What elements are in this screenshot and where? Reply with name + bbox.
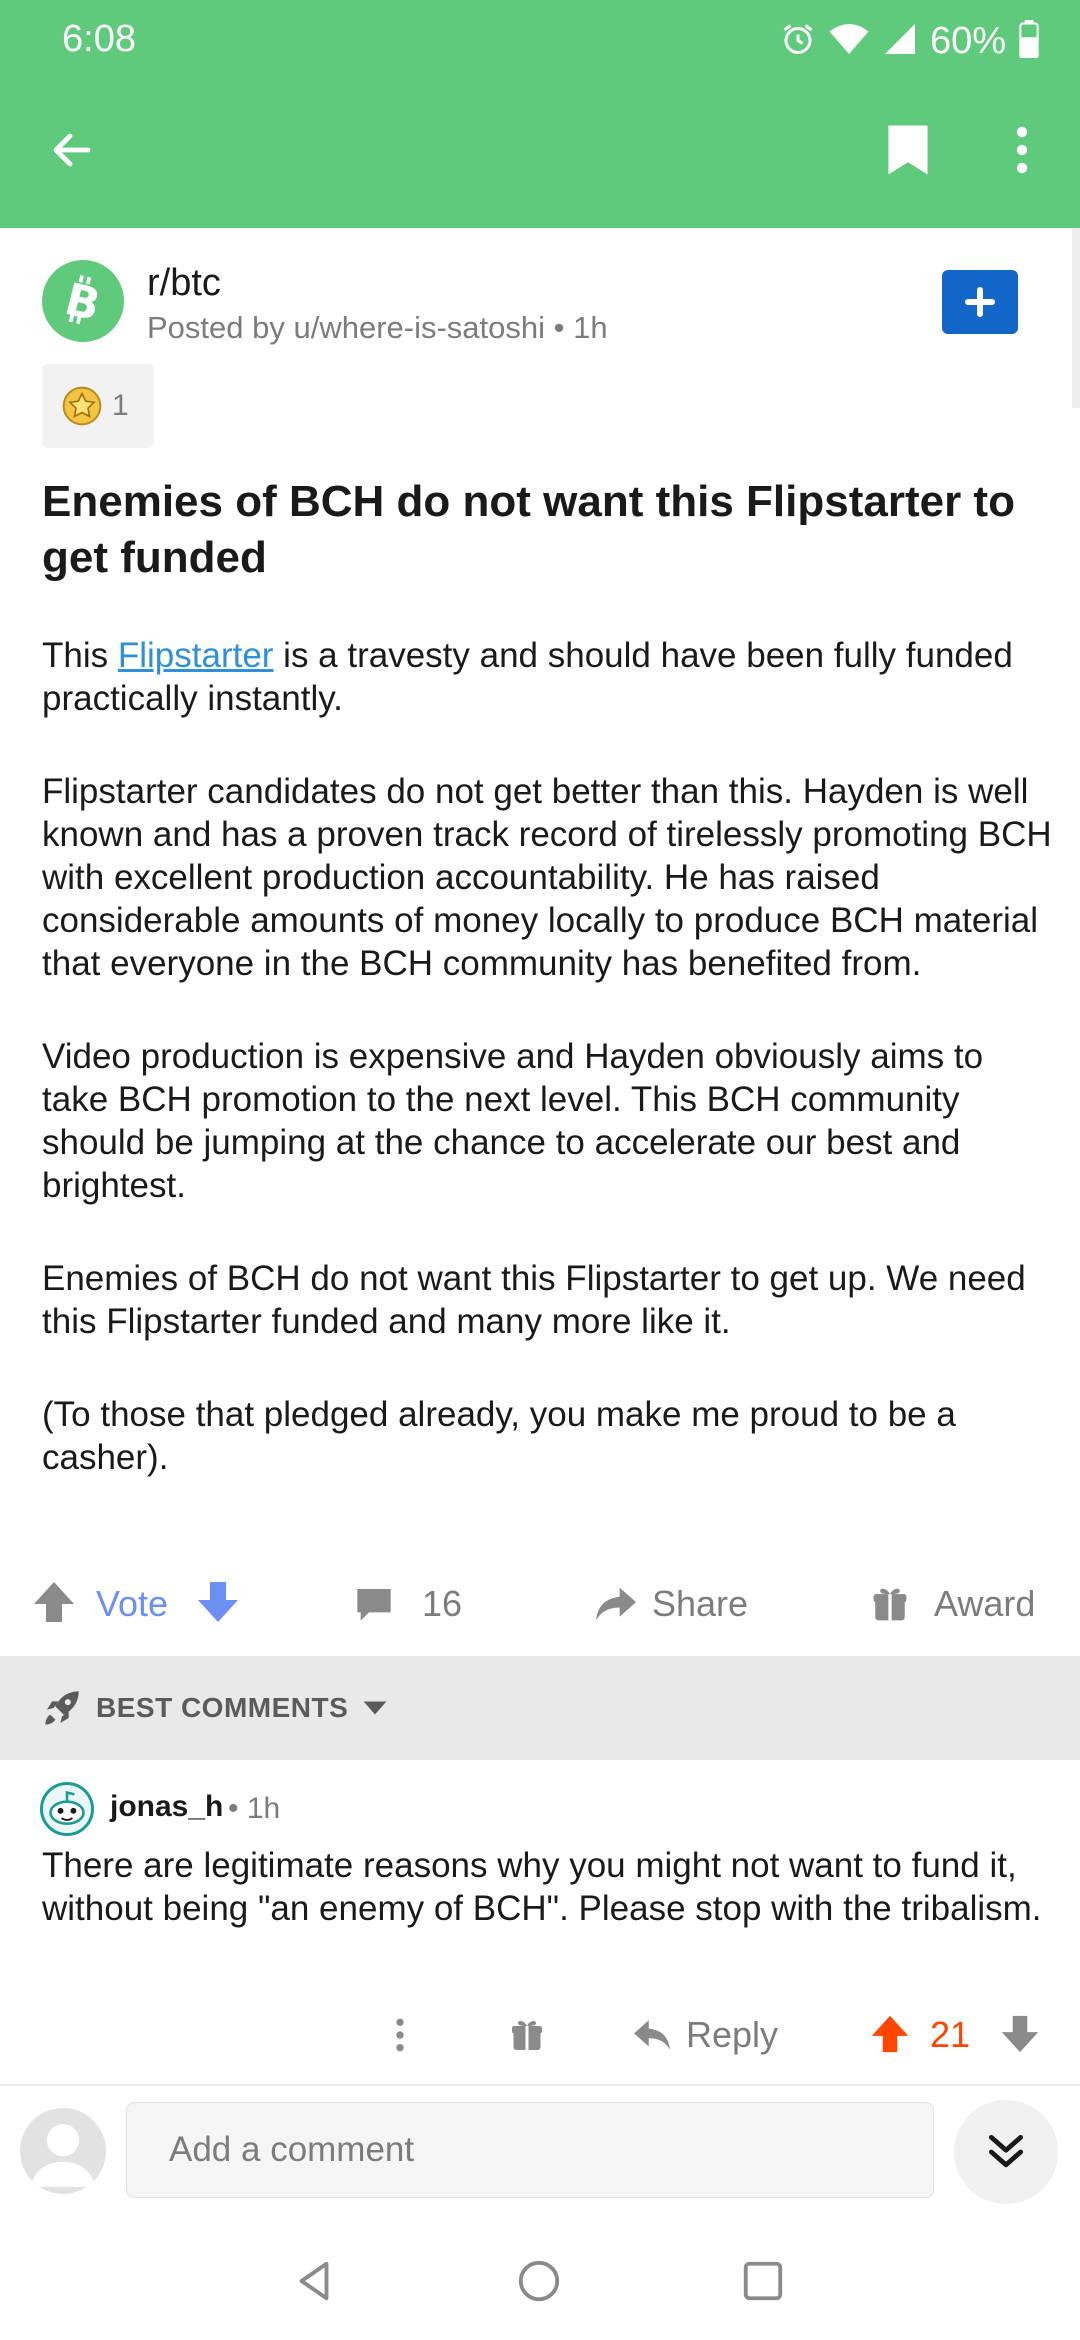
more-vert-icon — [396, 2018, 404, 2052]
sort-label: BEST COMMENTS — [96, 1692, 349, 1723]
post-paragraph: Video production is expensive and Hayden… — [42, 1037, 984, 1205]
rocket-icon — [45, 1691, 79, 1725]
wifi-icon — [828, 21, 870, 62]
post-paragraph: Flipstarter candidates do not get better… — [42, 772, 1052, 983]
post-title: Enemies of BCH do not want this Flipstar… — [42, 477, 1015, 582]
reply-label: Reply — [686, 2014, 779, 2055]
comment-count: 16 — [422, 1583, 463, 1624]
upvote-icon[interactable] — [32, 1578, 76, 1635]
comment-award-button[interactable] — [505, 2000, 549, 2070]
post-paragraph: Enemies of BCH do not want this Flipstar… — [42, 1259, 1026, 1341]
vote-label: Vote — [96, 1583, 169, 1624]
comment-username[interactable]: jonas_h — [110, 1790, 223, 1824]
comments-button[interactable]: 16 — [354, 1570, 462, 1638]
jump-to-next-comment-button[interactable] — [954, 2100, 1058, 2204]
post-actions: Vote 16 Share Award — [0, 1570, 1080, 1638]
back-button[interactable] — [36, 114, 108, 186]
top-app-bar: 6:08 60% — [0, 0, 1080, 228]
bitcoin-icon: B — [60, 274, 105, 329]
post-paragraph: This Flipstarter is a travesty and shoul… — [42, 634, 1052, 720]
post-award-chip[interactable]: 1 — [42, 364, 154, 448]
comment-upvote-icon[interactable] — [870, 2012, 910, 2061]
bookmark-icon — [888, 125, 928, 175]
comment-downvote-icon[interactable] — [1000, 2012, 1040, 2061]
commenter-avatar[interactable] — [40, 1782, 94, 1836]
chevron-down-icon — [363, 1701, 387, 1715]
comment-score: 21 — [930, 2014, 971, 2055]
gift-icon — [873, 1588, 907, 1621]
reply-button[interactable]: Reply — [632, 2000, 778, 2070]
system-nav-bar — [0, 2216, 1080, 2340]
paragraph-text: This — [42, 636, 118, 675]
status-bar: 6:08 60% — [0, 0, 1080, 80]
back-arrow-icon — [53, 133, 91, 167]
nav-recents-icon[interactable] — [740, 2258, 786, 2309]
user-avatar-icon — [30, 2124, 96, 2187]
join-button[interactable] — [942, 270, 1018, 334]
post-meta: Posted by u/where-is-satoshi • 1h — [147, 310, 608, 346]
status-time: 6:08 — [62, 18, 136, 60]
post-paragraph: (To those that pledged already, you make… — [42, 1395, 956, 1477]
more-options-button[interactable] — [992, 114, 1052, 186]
battery-icon — [1018, 19, 1040, 63]
post-time: 1h — [573, 310, 608, 345]
nav-back-icon[interactable] — [292, 2258, 338, 2309]
post-body: This Flipstarter is a travesty and shoul… — [42, 634, 1052, 1529]
comment-body: There are legitimate reasons why you mig… — [42, 1846, 1042, 1928]
status-icons: 60% — [780, 14, 1040, 68]
posted-by[interactable]: Posted by u/where-is-satoshi — [147, 310, 545, 345]
snoo-avatar-icon — [49, 1790, 85, 1825]
flipstarter-link[interactable]: Flipstarter — [118, 636, 274, 675]
award-star-icon — [62, 386, 102, 426]
downvote-icon[interactable] — [196, 1578, 240, 1635]
share-button[interactable]: Share — [594, 1570, 748, 1638]
app-bar — [0, 80, 1080, 228]
battery-percent: 60% — [929, 19, 1006, 62]
comment-sort-bar[interactable]: BEST COMMENTS — [0, 1656, 1080, 1760]
svg-text:B: B — [60, 274, 105, 329]
subreddit-avatar[interactable]: B — [42, 260, 124, 342]
double-chevron-down-icon — [988, 2134, 1024, 2168]
award-button[interactable]: Award — [872, 1570, 1035, 1638]
gift-icon — [512, 2021, 542, 2050]
award-label: Award — [934, 1583, 1036, 1624]
nav-home-icon[interactable] — [516, 2258, 562, 2309]
plus-icon — [965, 287, 995, 317]
comment-more-button[interactable] — [380, 2000, 420, 2070]
scroll-indicator[interactable] — [1072, 228, 1080, 408]
signal-icon — [882, 21, 918, 62]
composer-divider — [0, 2084, 1080, 2086]
comment-time: • 1h — [228, 1792, 281, 1825]
share-label: Share — [652, 1583, 749, 1624]
comment-actions: Reply 21 — [0, 2000, 1080, 2070]
bookmark-button[interactable] — [872, 114, 944, 186]
reply-icon — [634, 2020, 670, 2050]
add-comment-input[interactable] — [126, 2102, 934, 2198]
my-avatar[interactable] — [20, 2108, 106, 2194]
alarm-icon — [780, 21, 816, 62]
share-icon — [596, 1587, 636, 1621]
meta-dot: • — [553, 310, 574, 345]
award-count: 1 — [112, 389, 129, 422]
more-vert-icon — [1016, 126, 1028, 174]
subreddit-name[interactable]: r/btc — [147, 262, 221, 305]
comment-icon — [357, 1589, 391, 1621]
